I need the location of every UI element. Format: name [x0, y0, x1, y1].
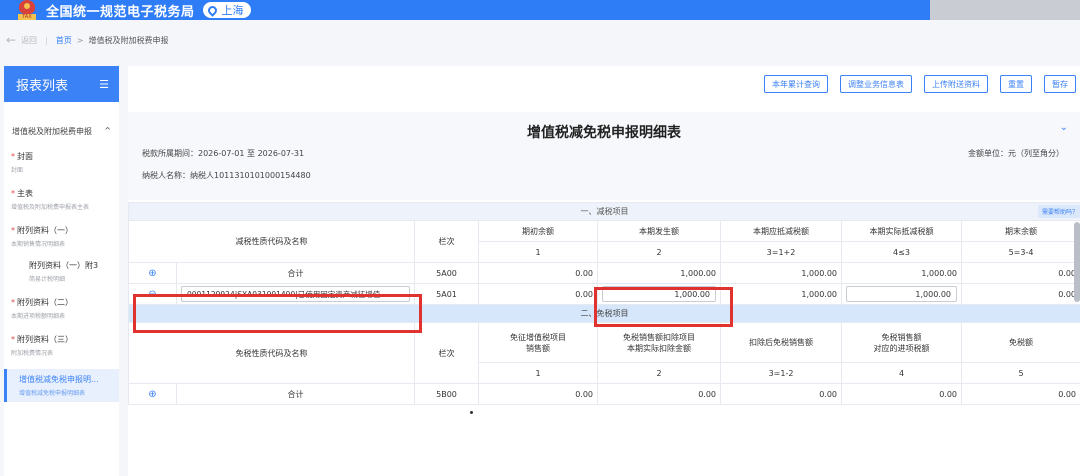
sidebar-item-cover[interactable]: * 封面 封面 — [4, 151, 119, 174]
back-button[interactable]: ← 返回 — [6, 33, 37, 47]
save-draft-button[interactable]: 暂存 — [1044, 75, 1076, 93]
adjust-business-info-button[interactable]: 调整业务信息表 — [840, 75, 912, 93]
expand-icon[interactable]: ⊕ — [148, 389, 156, 400]
main-panel: 本年累计查询 调整业务信息表 上传附送资料 重置 暂存 增值税减免税申报明细表 … — [128, 66, 1080, 476]
sidebar-item-reduction-exemption[interactable]: 增值税减免税申报明... 增值税减免税申报明细表 — [4, 369, 119, 402]
region-selector[interactable]: 上海 — [202, 2, 251, 18]
sidebar: 报表列表 ☰ 增值税及附加税费申报 ^ * 封面 封面 * 主表 增值税及附加税费申报… — [4, 66, 119, 476]
highlight-box-amount — [594, 287, 733, 327]
sidebar-item-schedule2[interactable]: * 附列资料（二） 本期进项税额明细表 — [4, 297, 119, 320]
help-link[interactable]: 需要帮助吗？ — [1037, 205, 1080, 218]
page-title: 增值税减免税申报明细表 — [527, 125, 681, 141]
chevron-up-icon: ^ — [104, 126, 111, 135]
sidebar-item-schedule3[interactable]: * 附列资料（三） 附加税费情况表 — [4, 334, 119, 357]
app-title: 全国统一规范电子税务局 — [46, 4, 195, 20]
form-header: 增值税减免税申报明细表 ⌄ 税款所属期间：2026-07-01 至 2026-0… — [128, 112, 1080, 200]
sidebar-item-schedule1[interactable]: * 附列资料（一） 本期销售情况明细表 — [4, 225, 119, 248]
sidebar-item-schedule1-att3[interactable]: 附列资料（一）附3 简易计税明细 — [4, 260, 119, 283]
scrollbar-thumb[interactable] — [1074, 222, 1080, 302]
tax-emblem-logo: TAX — [16, 0, 38, 20]
top-bar: TAX 全国统一规范电子税务局 上海 — [0, 0, 930, 20]
taxpayer-name: 纳税人名称：纳税人1011310101000154480 — [142, 171, 311, 180]
breadcrumb-current: 增值税及附加税费申报 — [88, 35, 169, 45]
location-pin-icon — [205, 3, 219, 17]
cursor-dot — [470, 411, 473, 414]
reset-button[interactable]: 重置 — [1000, 75, 1032, 93]
chevron-down-icon[interactable]: ⌄ — [1060, 122, 1068, 133]
table-row-total-5A00: ⊕ 合计 5A00 0.00 1,000.00 1,000.00 1,000.0… — [128, 262, 1080, 284]
actual-deduction-input[interactable]: 1,000.00 — [846, 286, 957, 302]
back-arrow-icon: ← — [6, 33, 17, 47]
tax-period: 税款所属期间：2026-07-01 至 2026-07-31 — [142, 149, 305, 158]
sidebar-item-main[interactable]: * 主表 增值税及附加税费申报表主表 — [4, 188, 119, 211]
table-row-total-5B00: ⊕ 合计 5B00 0.00 0.00 0.00 0.00 0.00 — [128, 383, 1080, 405]
expand-icon[interactable]: ⊕ — [148, 268, 156, 279]
menu-icon[interactable]: ☰ — [99, 78, 109, 91]
breadcrumb: ← 返回 | 首页 > 增值税及附加税费申报 — [6, 33, 169, 47]
region-label: 上海 — [221, 4, 244, 17]
table-header-row: 减税性质代码及名称 栏次 期初余额 本期发生额 本期应抵减税额 本期实际抵减税额… — [128, 220, 1080, 263]
upload-attachments-button[interactable]: 上传附送资料 — [924, 75, 988, 93]
breadcrumb-home[interactable]: 首页 — [56, 35, 72, 46]
amount-unit: 金额单位：元（列至角分） — [968, 149, 1064, 158]
highlight-box-select — [133, 294, 422, 333]
sidebar-header: 报表列表 ☰ — [4, 66, 119, 102]
annual-cumulative-query-button[interactable]: 本年累计查询 — [764, 75, 828, 93]
sidebar-title: 报表列表 — [16, 78, 69, 94]
section-header-reduction: 一、减税项目 需要帮助吗？ — [128, 202, 1080, 221]
sidebar-group[interactable]: 增值税及附加税费申报 ^ — [4, 126, 119, 137]
top-bar-right — [930, 0, 1080, 20]
toolbar: 本年累计查询 调整业务信息表 上传附送资料 重置 暂存 — [764, 75, 1076, 93]
